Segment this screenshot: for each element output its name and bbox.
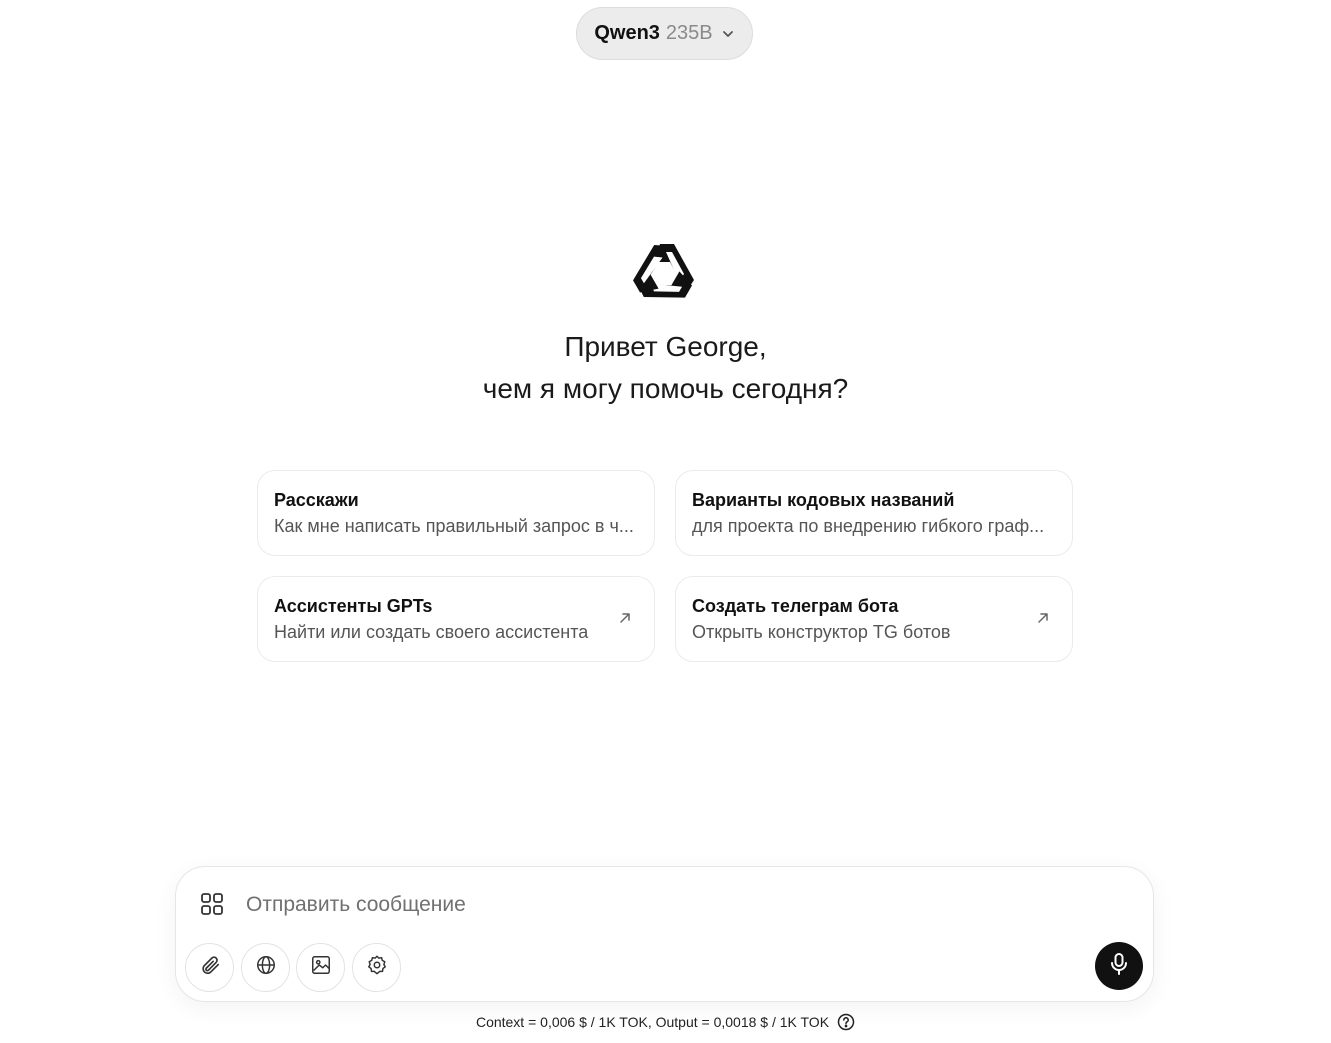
model-selector[interactable]: Qwen3 235B (576, 7, 753, 60)
model-name: Qwen3 (594, 22, 660, 44)
suggestion-card-tell[interactable]: Расскажи Как мне написать правильный зап… (257, 470, 655, 556)
paperclip-icon (199, 954, 221, 981)
suggestion-title: Варианты кодовых названий (692, 490, 955, 510)
message-input[interactable] (246, 887, 1106, 923)
greeting-subtitle: чем я могу помочь сегодня? (482, 373, 849, 404)
suggestion-subtitle: для проекта по внедрению гибкого граф... (692, 516, 1045, 536)
suggestion-title: Создать телеграм бота (692, 596, 899, 616)
image-button[interactable] (296, 943, 345, 992)
globe-icon (255, 954, 277, 981)
settings-button[interactable] (352, 943, 401, 992)
voice-input-button[interactable] (1095, 942, 1143, 990)
greeting-title: Привет George, (564, 331, 767, 362)
pricing-text: Context = 0,006 $ / 1K TOK, Output = 0,0… (475, 1014, 830, 1030)
gear-icon (366, 954, 388, 981)
suggestion-subtitle: Как мне написать правильный запрос в ч..… (274, 516, 634, 536)
pricing-footer: Context = 0,006 $ / 1K TOK, Output = 0,0… (0, 1012, 1331, 1032)
suggestion-title: Ассистенты GPTs (274, 596, 433, 616)
attach-button[interactable] (185, 943, 234, 992)
chevron-down-icon (721, 27, 735, 41)
message-composer (175, 866, 1154, 1002)
suggestion-card-telegram-bot[interactable]: Создать телеграм бота Открыть конструкто… (675, 576, 1073, 662)
arrow-up-right-icon (618, 611, 632, 625)
microphone-icon (1108, 952, 1130, 981)
suggestion-card-codenames[interactable]: Варианты кодовых названий для проекта по… (675, 470, 1073, 556)
arrow-up-right-icon (1036, 611, 1050, 625)
qwen-logo-icon (632, 242, 696, 306)
suggestion-subtitle: Найти или создать своего ассистента (274, 622, 589, 642)
chat-home: Qwen3 235B Привет George, чем я могу пом… (0, 0, 1331, 1043)
suggestion-subtitle: Открыть конструктор TG ботов (692, 622, 951, 642)
help-icon[interactable] (837, 1013, 855, 1031)
image-icon (310, 954, 332, 981)
suggestion-title: Расскажи (274, 490, 359, 510)
web-search-button[interactable] (241, 943, 290, 992)
model-size: 235B (665, 22, 713, 44)
suggestion-card-gpts[interactable]: Ассистенты GPTs Найти или создать своего… (257, 576, 655, 662)
apps-grid-icon[interactable] (200, 892, 224, 916)
